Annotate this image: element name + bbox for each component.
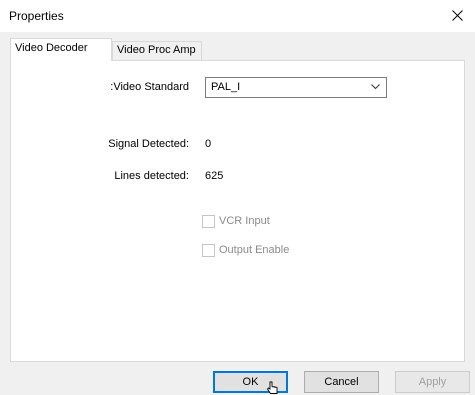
video-standard-value: PAL_I [211, 81, 241, 93]
signal-detected-label: Signal Detected: [108, 138, 189, 150]
apply-button[interactable]: Apply [395, 371, 470, 393]
output-enable-box[interactable] [202, 244, 215, 257]
lines-detected-label: Lines detected: [114, 170, 189, 182]
tab-video-proc-amp[interactable]: Video Proc Amp [112, 41, 202, 60]
dialog-title: Properties [9, 9, 64, 23]
video-standard-label: :Video Standard [110, 81, 189, 93]
cancel-button[interactable]: Cancel [304, 371, 379, 393]
title-bar: Properties [0, 0, 475, 32]
hand-cursor-icon [266, 381, 278, 394]
close-button[interactable] [439, 0, 475, 32]
vcr-input-label: VCR Input [219, 215, 270, 227]
signal-detected-value: 0 [205, 138, 212, 150]
chevron-down-icon [371, 84, 380, 90]
lines-detected-value: 625 [205, 170, 224, 182]
vcr-input-box[interactable] [202, 215, 215, 228]
properties-dialog: Properties Video Decoder Video Proc Amp … [0, 0, 475, 395]
video-standard-select[interactable]: PAL_I [205, 77, 387, 98]
close-icon [452, 10, 463, 21]
tab-video-decoder[interactable]: Video Decoder [10, 38, 112, 61]
output-enable-label: Output Enable [219, 244, 290, 256]
video-decoder-panel: :Video Standard PAL_I Signal Detected: 0… [10, 60, 465, 362]
